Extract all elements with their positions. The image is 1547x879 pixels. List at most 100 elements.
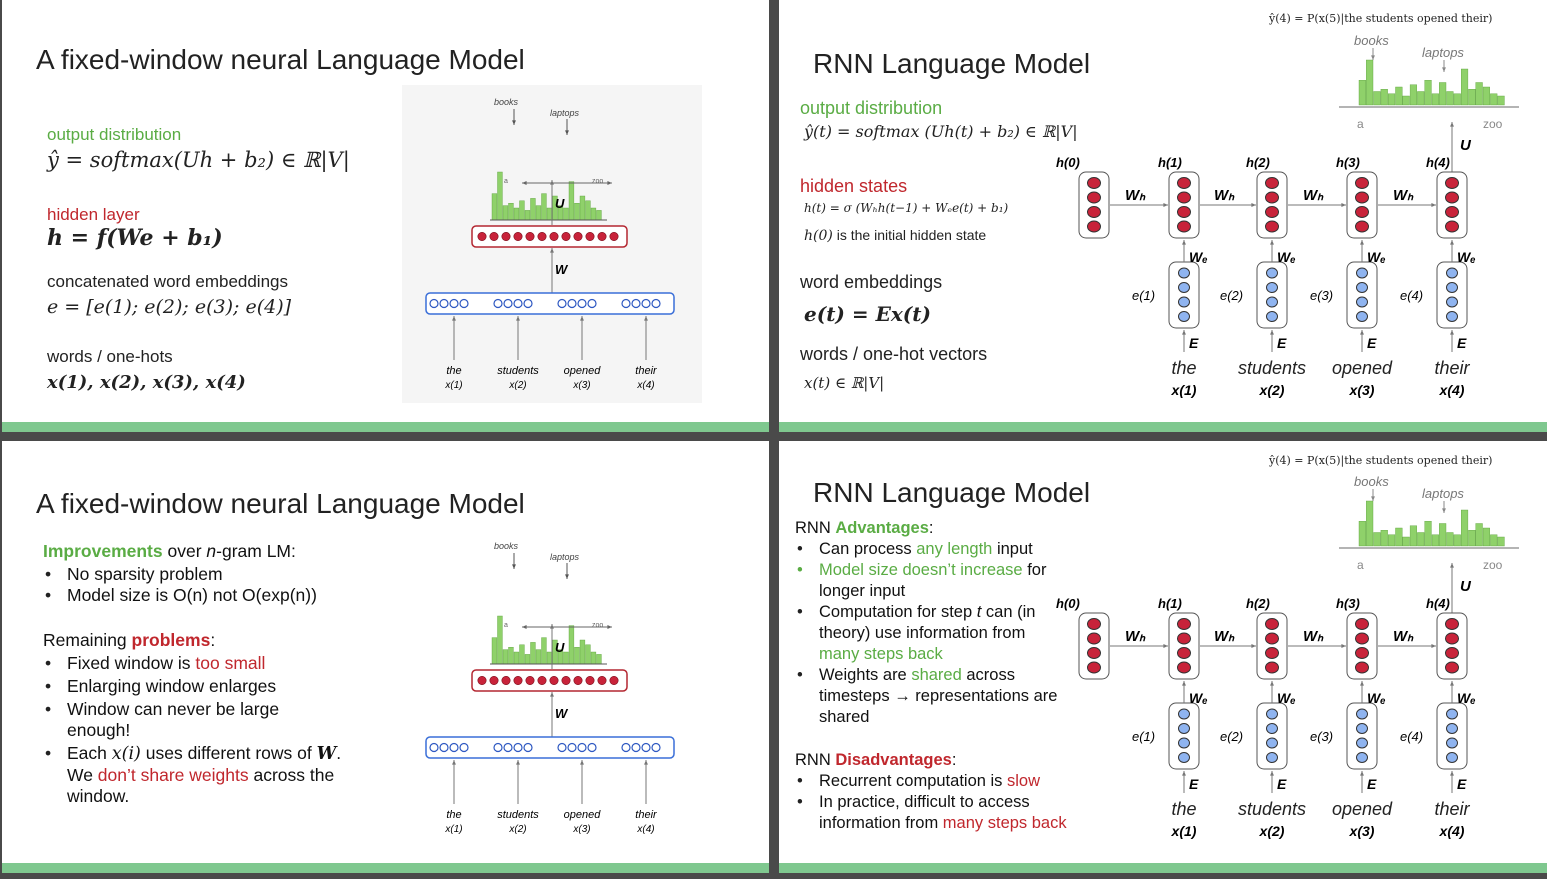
embedding-neuron: [513, 742, 523, 753]
impr-text: over: [162, 541, 207, 561]
word-label: opened: [1332, 799, 1393, 819]
x-label: x(1): [1171, 823, 1197, 839]
e-label: e(2): [1220, 288, 1243, 303]
arrow-head: [1163, 203, 1168, 207]
laptops-label: laptops: [1422, 45, 1464, 60]
arrow-head: [1251, 203, 1256, 207]
hidden-neuron: [1177, 632, 1191, 645]
embedding-neuron: [631, 298, 641, 309]
problems-heading: Remaining problems:: [43, 630, 383, 651]
rnn-diagram: books laptops a zoo Uh(0) h(1) Wₕ Wₑ e(1) Ethe x(1…: [1056, 33, 1519, 398]
p4-x: x(i): [111, 744, 141, 764]
hidden-neuron: [1355, 206, 1369, 218]
histogram-bar: [1490, 534, 1498, 547]
footer-bar: [2, 422, 769, 432]
embedding-neuron: [631, 742, 641, 753]
p4-text-b: uses different rows of: [140, 743, 317, 763]
histogram-bar: [1475, 82, 1483, 106]
histogram-bar: [1475, 523, 1483, 547]
we-label: Wₑ: [1457, 690, 1476, 706]
word-label: their: [635, 365, 658, 377]
embedding-neuron: [587, 742, 597, 753]
h-label: h(1): [1158, 596, 1182, 611]
axis-a-label: a: [1357, 558, 1364, 572]
embedding-neuron: [651, 742, 661, 753]
e-matrix-label: E: [1367, 335, 1377, 351]
embedding-neuron: [557, 742, 567, 753]
embedding-neuron: [439, 298, 449, 309]
histogram-bar: [1380, 530, 1388, 547]
e-matrix-label: E: [1277, 776, 1287, 792]
hidden-neuron: [525, 676, 535, 686]
histogram-bar: [524, 654, 531, 665]
hidden-neuron: [1265, 220, 1279, 233]
we-label: Wₑ: [1277, 690, 1296, 706]
hidden-neuron: [585, 232, 595, 242]
arrow-head: [1431, 644, 1436, 648]
arrow-head: [1270, 681, 1274, 686]
histogram-bar: [508, 646, 514, 665]
histogram-bar: [491, 193, 498, 221]
slide-fixed-window-2: A fixed-window neural Language Model Imp…: [2, 441, 769, 873]
histogram-bar: [519, 644, 525, 665]
embedding-neuron: [641, 742, 651, 753]
arrow-head: [1270, 771, 1274, 776]
hidden-neuron: [561, 232, 571, 242]
histogram-bar: [1417, 91, 1425, 106]
embedding-neuron: [1266, 723, 1278, 734]
embedding-neuron: [1178, 723, 1190, 734]
histogram-bar: [1446, 91, 1454, 106]
hidden-neuron: [1445, 191, 1459, 204]
rem-colon: :: [210, 630, 216, 650]
arrow-head: [1270, 330, 1274, 335]
histogram-bar: [1468, 530, 1476, 547]
embedding-neuron: [1446, 723, 1458, 734]
wh-label: Wₕ: [1125, 187, 1146, 204]
hidden-neuron: [1177, 661, 1191, 674]
h-label: h(2): [1246, 596, 1270, 611]
embedding-neuron: [1356, 267, 1368, 279]
embedding-neuron: [1446, 311, 1458, 322]
hidden-neuron: [597, 676, 607, 686]
wh-label: Wₕ: [1214, 628, 1235, 645]
embedding-neuron: [1178, 708, 1190, 720]
hidden-neuron: [1355, 220, 1369, 233]
histogram-bar: [1409, 84, 1417, 106]
hidden-neuron: [525, 232, 535, 242]
arrow-head: [512, 564, 516, 569]
embedding-neuron: [459, 298, 469, 309]
laptops-label: laptops: [1422, 486, 1464, 501]
we-label: Wₑ: [1457, 249, 1476, 265]
histogram-bar: [513, 207, 520, 221]
wh-label: Wₕ: [1393, 628, 1414, 645]
embedding-neuron: [1356, 752, 1368, 763]
hidden-neuron: [1355, 632, 1369, 645]
arrow-head: [522, 625, 527, 629]
axis-a-label: a: [504, 178, 508, 185]
word-label: students: [497, 809, 539, 821]
h-label: h(3): [1336, 155, 1360, 170]
histogram-bar: [1497, 95, 1505, 106]
h-label: h(3): [1336, 596, 1360, 611]
concat-label: concatenated word embeddings: [47, 272, 288, 291]
histogram-bar: [1424, 521, 1432, 547]
histogram-bar: [530, 642, 536, 665]
hidden-neuron: [1087, 661, 1101, 674]
word-label: students: [1238, 358, 1306, 378]
arrow-head: [1450, 330, 1454, 335]
histogram-bar: [568, 181, 575, 221]
rnn-diagram: books laptops a zoo Uh(0) h(1) Wₕ Wₑ e(1) Ethe x(1…: [1056, 474, 1519, 839]
word-label: opened: [564, 809, 602, 821]
hidden-neuron: [489, 676, 499, 686]
hidden-neuron: [549, 676, 559, 686]
u-label: U: [555, 196, 565, 211]
u-label: U: [1460, 137, 1472, 154]
embedding-neuron: [1266, 737, 1278, 749]
embedding-neuron: [1178, 282, 1190, 293]
embedding-neuron: [1266, 708, 1278, 720]
histogram-bar: [1358, 80, 1366, 106]
embedding-neuron: [1356, 708, 1368, 720]
word-label: the: [446, 809, 461, 821]
arrow-head: [452, 760, 456, 765]
arrow-head: [1182, 330, 1186, 335]
